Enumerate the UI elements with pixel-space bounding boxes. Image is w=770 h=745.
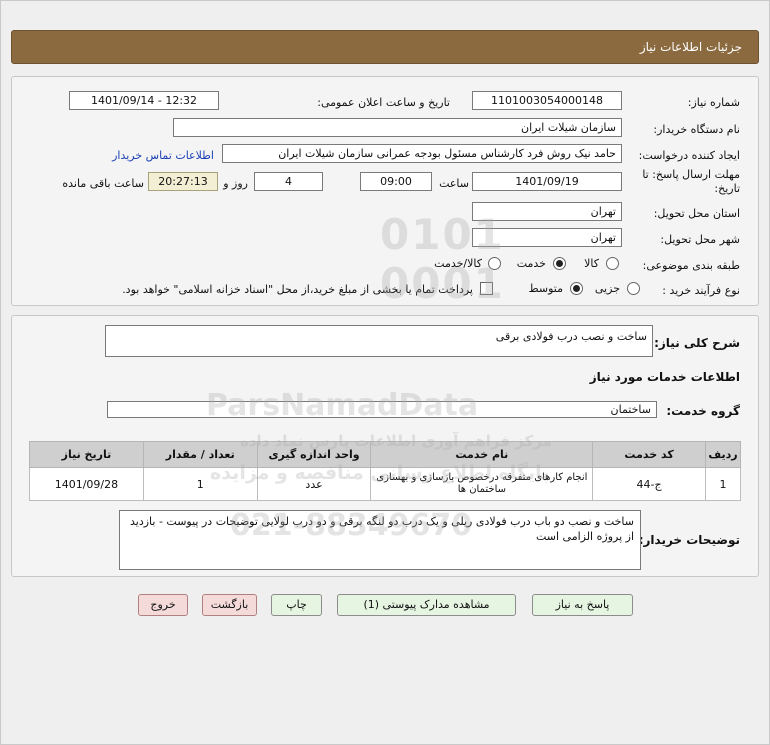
cell-qty: 1 xyxy=(142,467,258,501)
process-radio-minor[interactable] xyxy=(627,282,640,295)
days-label: روز و xyxy=(223,177,248,190)
col-header-name: نام خدمت xyxy=(370,441,594,468)
table-row: 1 ج-44 انجام کارهای متفرقه درخصوص بازساز… xyxy=(29,467,742,501)
col-header-code: کد خدمت xyxy=(592,441,706,468)
cell-unit: عدد xyxy=(256,467,372,501)
cell-date: 1401/09/28 xyxy=(29,467,144,501)
process-radio-medium[interactable] xyxy=(570,282,583,295)
creator-label: ایجاد کننده درخواست: xyxy=(638,149,740,162)
summary-label: شرح کلی نیاز: xyxy=(654,336,740,350)
remaining-timer: 20:27:13 xyxy=(148,172,218,191)
buyer-org-label: نام دستگاه خریدار: xyxy=(653,123,740,136)
buyer-notes-label: توضیحات خریدار: xyxy=(638,533,740,547)
col-header-qty: تعداد / مقدار xyxy=(142,441,258,468)
treasury-checkbox[interactable] xyxy=(480,282,493,295)
need-number-label: شماره نیاز: xyxy=(687,96,740,109)
deadline-date-field: 1401/09/19 xyxy=(472,172,622,191)
col-header-unit: واحد اندازه گیری xyxy=(256,441,372,468)
print-button[interactable]: چاپ xyxy=(271,594,322,616)
province-label: استان محل تحویل: xyxy=(653,207,740,220)
process-option-medium: متوسط xyxy=(528,282,563,295)
deadline-time-field: 09:00 xyxy=(360,172,432,191)
need-number-field: 1101003054000148 xyxy=(472,91,622,110)
page-title: جزئیات اطلاعات نیاز xyxy=(639,40,742,54)
remaining-label: ساعت باقی مانده xyxy=(62,177,144,190)
province-field: تهران xyxy=(472,202,622,221)
days-field: 4 xyxy=(254,172,323,191)
buyer-notes-field: ساخت و نصب دو باب درب فولادی ریلی و یک د… xyxy=(119,510,641,570)
deadline-label: مهلت ارسال پاسخ: تا xyxy=(642,168,740,181)
cell-code: ج-44 xyxy=(592,467,706,501)
back-button[interactable]: بازگشت xyxy=(202,594,257,616)
service-group-field: ساختمان xyxy=(107,401,657,418)
city-label: شهر محل تحویل: xyxy=(660,233,740,246)
category-option-goods-service: کالا/خدمت xyxy=(434,257,482,270)
services-title: اطلاعات خدمات مورد نیاز xyxy=(589,370,740,384)
deadline-date-label: تاریخ: xyxy=(714,182,740,195)
category-label: طبقه بندی موضوعی: xyxy=(642,259,740,272)
cell-name: انجام کارهای متفرقه درخصوص بازسازی و بهس… xyxy=(370,467,594,501)
respond-button[interactable]: پاسخ به نیاز xyxy=(532,594,633,616)
title-bar: جزئیات اطلاعات نیاز xyxy=(11,30,759,64)
category-radio-service[interactable] xyxy=(553,257,566,270)
exit-button[interactable]: خروج xyxy=(138,594,188,616)
announce-field: 1401/09/14 - 12:32 xyxy=(69,91,219,110)
category-radio-goods[interactable] xyxy=(606,257,619,270)
service-group-label: گروه خدمت: xyxy=(666,404,740,418)
city-field: تهران xyxy=(472,228,622,247)
services-table: ردیف کد خدمت نام خدمت واحد اندازه گیری ت… xyxy=(29,441,742,501)
col-header-row: ردیف xyxy=(704,441,742,468)
creator-field: حامد نیک روش فرد کارشناس مسئول بودجه عمر… xyxy=(222,144,622,163)
announce-label: تاریخ و ساعت اعلان عمومی: xyxy=(317,96,450,109)
contact-buyer-link[interactable]: اطلاعات تماس خریدار xyxy=(112,149,214,162)
deadline-time-label: ساعت xyxy=(439,177,469,190)
category-radio-goods-service[interactable] xyxy=(488,257,501,270)
process-label: نوع فرآیند خرید : xyxy=(662,284,740,297)
summary-field: ساخت و نصب درب فولادی برقی xyxy=(105,325,653,357)
buyer-org-field: سازمان شیلات ایران xyxy=(173,118,622,137)
process-option-minor: جزیی xyxy=(594,282,620,295)
cell-row: 1 xyxy=(704,467,742,501)
attachments-button[interactable]: مشاهده مدارک پیوستی (1) xyxy=(337,594,516,616)
col-header-date: تاریخ نیاز xyxy=(29,441,144,468)
category-option-goods: کالا xyxy=(584,257,599,270)
category-option-service: خدمت xyxy=(516,257,546,270)
treasury-text: پرداخت تمام یا بخشی از مبلغ خرید،از محل … xyxy=(122,283,473,296)
